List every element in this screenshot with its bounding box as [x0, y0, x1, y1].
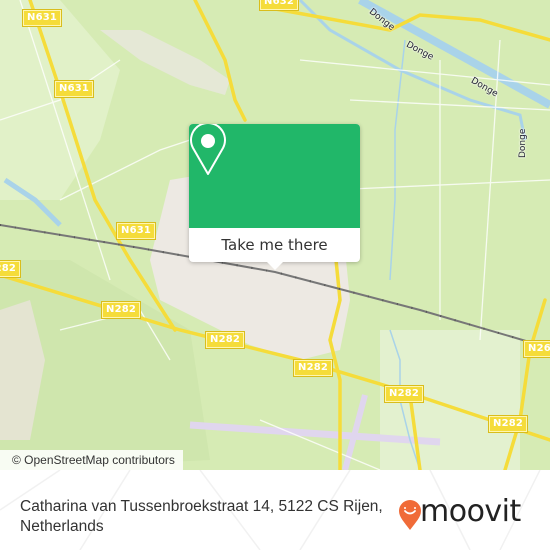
road-n631-north — [193, 0, 247, 122]
stream — [389, 39, 406, 281]
urban-area — [100, 30, 230, 95]
road-label-n282: N282 — [100, 301, 142, 319]
road-label-n631: N631 — [115, 222, 157, 240]
take-me-there-button[interactable]: Take me there — [189, 228, 360, 262]
map-pin-icon — [190, 124, 226, 175]
road-label-n282: N282 — [204, 331, 246, 349]
water-label-donge: Donge — [518, 128, 528, 158]
road-label-n282: N282 — [383, 385, 425, 403]
location-popup: Take me there — [189, 124, 360, 270]
road-label-n282: N282 — [0, 260, 22, 278]
road-label-n260: N260 — [522, 340, 550, 358]
popup-header — [189, 124, 360, 228]
road-label-n631: N631 — [21, 9, 63, 27]
popup-pointer — [267, 262, 283, 270]
canal — [358, 0, 550, 109]
road-label-n282: N282 — [292, 359, 334, 377]
map[interactable]: N632 N631 N631 N631 N282 N282 N282 N282 … — [0, 0, 550, 470]
map-attribution[interactable]: © OpenStreetMap contributors — [0, 450, 183, 470]
road-label-n632: N632 — [258, 0, 300, 11]
address-text: Catharina van Tussenbroekstraat 14, 5122… — [20, 498, 383, 535]
road-label-n631: N631 — [53, 80, 95, 98]
moovit-pin-icon — [399, 500, 421, 530]
moovit-logo[interactable]: moovit — [398, 494, 538, 537]
road-label-n282: N282 — [487, 415, 529, 433]
moovit-wordmark: moovit — [420, 494, 521, 529]
